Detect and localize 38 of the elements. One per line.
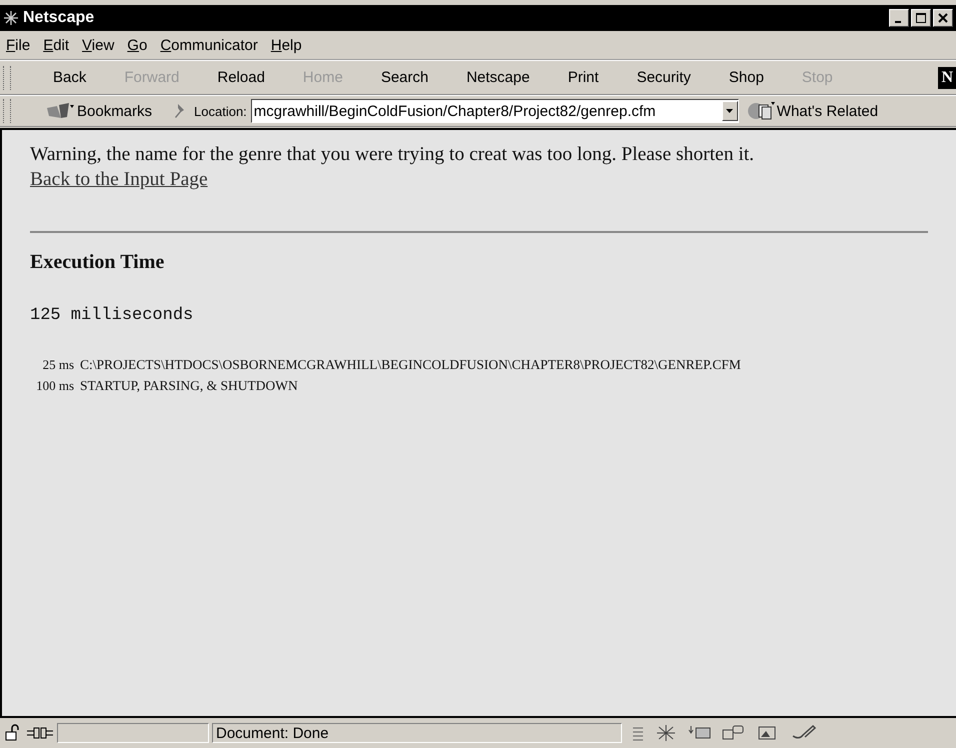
netscape-logo[interactable]: N xyxy=(938,66,956,88)
window-title: Netscape xyxy=(23,9,94,27)
status-text: Document: Done xyxy=(216,724,329,742)
maximize-button[interactable] xyxy=(911,9,931,27)
menu-item[interactable]: Help xyxy=(270,36,302,54)
starburst-icon xyxy=(3,10,19,26)
toolbar-button[interactable]: Search xyxy=(362,69,448,86)
minimize-icon xyxy=(894,21,900,23)
menu-item[interactable]: File xyxy=(6,36,30,54)
close-button[interactable] xyxy=(933,9,953,27)
warning-message: Warning, the name for the genre that you were trying to creat was too long. Please shorten it. xyxy=(30,143,756,167)
toolbar-button[interactable]: Print xyxy=(548,69,618,86)
back-link[interactable]: Back to the Input Page xyxy=(30,169,208,190)
toolbar-button[interactable]: Netscape xyxy=(447,69,549,86)
timing-item: STARTUP, PARSING, & SHUTDOWN xyxy=(80,378,298,394)
menu-item[interactable]: View xyxy=(82,36,114,54)
timing-value: 100 ms xyxy=(35,378,74,394)
menu-item[interactable]: Go xyxy=(127,36,148,54)
menu-item[interactable]: Edit xyxy=(43,36,70,54)
toolbar-button[interactable]: Shop xyxy=(710,69,783,86)
toolbar-button[interactable]: Back xyxy=(15,69,106,86)
globe-pages-icon xyxy=(746,101,775,121)
section-heading: Execution Time xyxy=(30,250,166,274)
whats-related-button[interactable]: What's Related xyxy=(742,101,890,121)
location-label: Location: xyxy=(194,104,247,118)
timing-item: C:\PROJECTS\HTDOCS\OSBORNEMCGRAWHILL\BEGINCOLDFUSION\CHAPTER8\PROJECT82\GENREP.CFM xyxy=(80,356,741,373)
toolbar-grip[interactable] xyxy=(3,99,11,123)
toolbar-button[interactable]: Security xyxy=(618,69,710,86)
total-time: 125 milliseconds xyxy=(30,306,194,325)
menu-item[interactable]: Communicator xyxy=(160,36,258,54)
minimize-button[interactable] xyxy=(889,9,909,27)
toolbar-button[interactable]: Reload xyxy=(198,69,284,86)
close-icon xyxy=(938,13,948,23)
bookmarks-button[interactable]: Bookmarks xyxy=(19,102,164,120)
toolbar-grip[interactable] xyxy=(3,66,11,90)
maximize-icon xyxy=(916,13,926,23)
url-field[interactable]: mcgrawhill/BeginColdFusion/Chapter8/Project82/genrep.cfm xyxy=(250,99,739,123)
timing-value: 25 ms xyxy=(42,356,74,373)
